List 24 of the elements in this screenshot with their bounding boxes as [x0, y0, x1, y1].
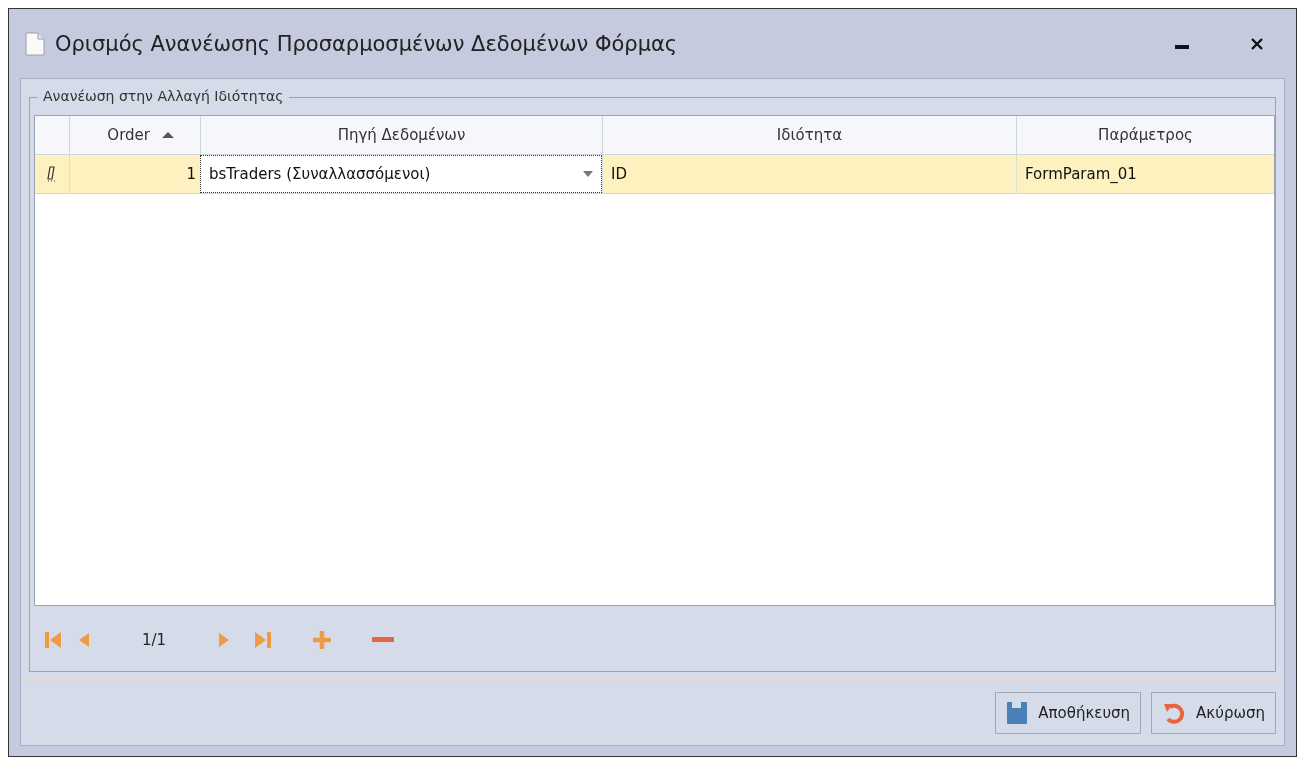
undo-icon [1162, 701, 1187, 725]
record-position: 1/1 [142, 631, 167, 649]
dropdown-field[interactable]: bsTraders (Συναλλασσόμενοι) [200, 155, 602, 193]
table-cell: FormParam_01 [1016, 155, 1274, 193]
column-header[interactable]: Order [69, 116, 200, 154]
column-header[interactable]: Ιδιότητα [602, 116, 1016, 154]
table-cell: ID [602, 155, 1016, 193]
save-button[interactable]: Αποθήκευση [995, 692, 1142, 734]
window-title: Ορισμός Ανανέωσης Προσαρμοσμένων Δεδομένων Φόρμας [55, 31, 679, 56]
table-row[interactable]: 1 bsTraders (Συναλλασσόμενοι) ID FormParam_01 [35, 155, 1274, 194]
pencil-icon [46, 165, 58, 183]
document-icon [25, 31, 45, 56]
dropdown-caret-icon [583, 171, 593, 177]
column-header[interactable]: Παράμετρος [1016, 116, 1274, 154]
remove-icon[interactable] [372, 637, 395, 643]
last-record-icon[interactable] [254, 631, 273, 649]
group-title: Ανανέωση στην Αλλαγή Ιδιότητας [38, 88, 289, 104]
next-record-icon[interactable] [218, 631, 231, 649]
previous-record-icon[interactable] [78, 631, 90, 649]
column-header[interactable]: Πηγή Δεδομένων [200, 116, 602, 154]
add-icon[interactable] [312, 630, 333, 650]
cancel-button[interactable]: Ακύρωση [1151, 692, 1276, 734]
close-icon[interactable] [1250, 36, 1264, 51]
first-record-icon[interactable] [44, 631, 62, 649]
